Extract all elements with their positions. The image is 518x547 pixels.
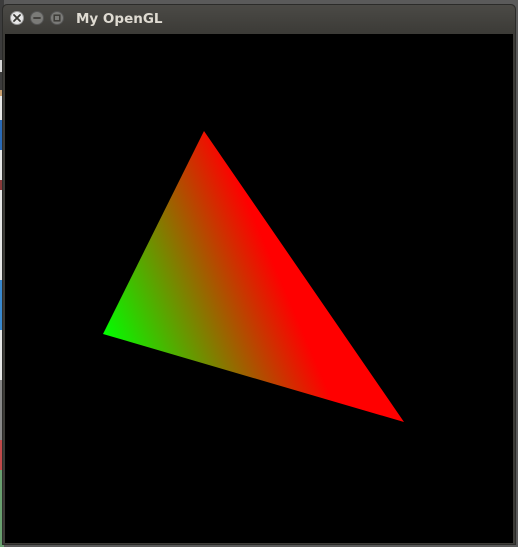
opengl-canvas[interactable] bbox=[5, 34, 513, 543]
maximize-icon bbox=[53, 14, 61, 22]
opengl-scene bbox=[5, 34, 513, 543]
minimize-button[interactable] bbox=[30, 11, 44, 25]
close-icon bbox=[13, 14, 21, 22]
window-title: My OpenGL bbox=[76, 11, 163, 27]
window-titlebar[interactable]: My OpenGL bbox=[3, 5, 515, 33]
minimize-icon bbox=[33, 17, 41, 19]
maximize-button[interactable] bbox=[50, 11, 64, 25]
app-window: My OpenGL bbox=[2, 4, 516, 545]
close-button[interactable] bbox=[10, 11, 24, 25]
